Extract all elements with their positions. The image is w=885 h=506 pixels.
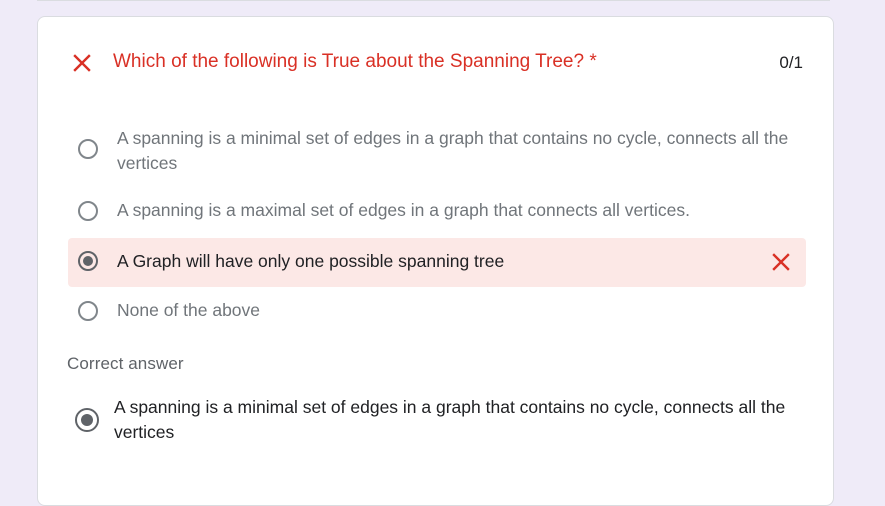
option-2[interactable]: A spanning is a maximal set of edges in … bbox=[68, 198, 806, 226]
correct-answer-label: Correct answer bbox=[67, 354, 184, 373]
incorrect-icon bbox=[772, 253, 790, 271]
previous-card-edge bbox=[37, 0, 830, 1]
radio-button-selected bbox=[75, 408, 99, 432]
question-card: Which of the following is True about the… bbox=[37, 16, 834, 506]
option-4[interactable]: None of the above bbox=[68, 297, 806, 325]
radio-dot bbox=[81, 414, 93, 426]
close-icon bbox=[73, 54, 91, 72]
correct-answer-text: A spanning is a minimal set of edges in … bbox=[114, 397, 786, 442]
question-title: Which of the following is True about the… bbox=[113, 51, 597, 72]
question-header: Which of the following is True about the… bbox=[38, 17, 833, 107]
option-label: A spanning is a minimal set of edges in … bbox=[117, 128, 789, 173]
option-label: None of the above bbox=[117, 300, 261, 320]
radio-button[interactable] bbox=[78, 139, 98, 159]
question-score: 0/1 bbox=[779, 53, 803, 72]
option-label: A spanning is a maximal set of edges in … bbox=[117, 200, 690, 220]
option-1[interactable]: A spanning is a minimal set of edges in … bbox=[68, 123, 806, 179]
radio-button[interactable] bbox=[78, 201, 98, 221]
option-label: A Graph will have only one possible span… bbox=[117, 251, 505, 271]
radio-button-selected[interactable] bbox=[78, 251, 98, 271]
option-3[interactable]: A Graph will have only one possible span… bbox=[68, 238, 806, 287]
radio-dot bbox=[83, 256, 93, 266]
correct-answer-option: A spanning is a minimal set of edges in … bbox=[68, 392, 806, 448]
radio-button[interactable] bbox=[78, 301, 98, 321]
